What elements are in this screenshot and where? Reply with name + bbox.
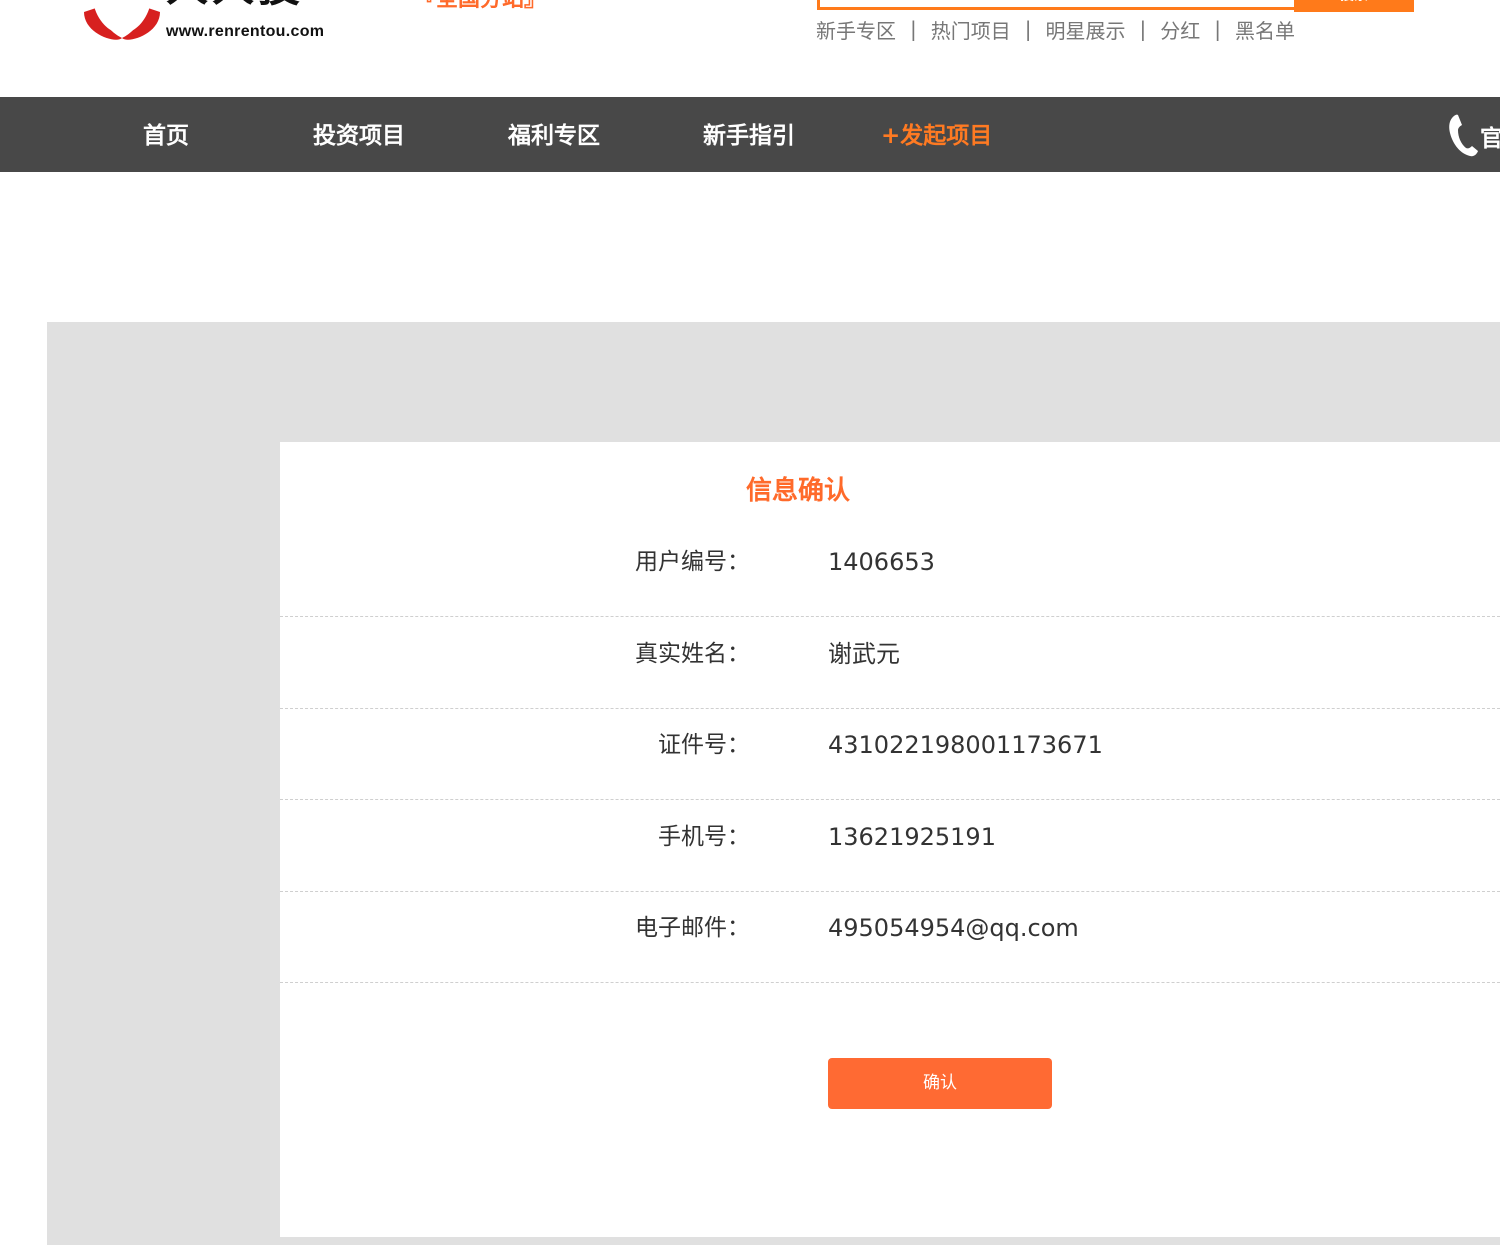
info-value: 431022198001173671 xyxy=(828,731,1103,759)
info-row-real-name: 真实姓名： 谢武元 xyxy=(280,617,1500,709)
quick-link-hot[interactable]: 热门项目 xyxy=(931,15,1011,44)
info-row-user-id: 用户编号： 1406653 xyxy=(280,525,1500,617)
main-nav: 首页 投资项目 福利专区 新手指引 +发起项目 官 xyxy=(0,97,1500,172)
separator: | xyxy=(1139,17,1147,41)
nav-item-projects[interactable]: 投资项目 xyxy=(313,97,405,172)
search-button[interactable]: 搜索 xyxy=(1294,0,1414,12)
info-label: 用户编号： xyxy=(635,549,750,575)
nav-item-home[interactable]: 首页 xyxy=(143,97,189,172)
quick-link-blacklist[interactable]: 黑名单 xyxy=(1235,15,1295,44)
phone-icon xyxy=(1449,114,1478,157)
info-label: 真实姓名： xyxy=(635,641,750,667)
info-row-email: 电子邮件： 495054954@qq.com xyxy=(280,891,1500,983)
info-label: 证件号： xyxy=(658,732,750,758)
hotline-label: 官 xyxy=(1480,126,1500,152)
logo-leaf-icon xyxy=(84,0,160,40)
separator: | xyxy=(1024,17,1032,41)
nav-item-launch-project[interactable]: +发起项目 xyxy=(881,97,992,172)
nav-item-welfare[interactable]: 福利专区 xyxy=(508,97,600,172)
confirm-button[interactable]: 确认 xyxy=(828,1058,1052,1109)
quick-link-newbie[interactable]: 新手专区 xyxy=(816,15,896,44)
logo-text: 人人投 xyxy=(166,0,304,8)
quick-links: 新手专区 | 热门项目 | 明星展示 | 分红 | 黑名单 xyxy=(816,15,1295,43)
subsite-link[interactable]: 『全国分站』 xyxy=(414,0,546,14)
info-label: 手机号： xyxy=(658,824,750,850)
info-value: 谢武元 xyxy=(828,640,900,668)
info-value: 1406653 xyxy=(828,548,935,576)
separator: | xyxy=(910,17,917,41)
info-row-phone: 手机号： 13621925191 xyxy=(280,800,1500,892)
search-input[interactable] xyxy=(817,0,1297,10)
quick-link-stars[interactable]: 明星展示 xyxy=(1046,15,1126,44)
info-label: 电子邮件： xyxy=(635,915,750,941)
info-value: 495054954@qq.com xyxy=(828,914,1079,942)
separator: | xyxy=(1214,17,1221,41)
quick-link-dividend[interactable]: 分红 xyxy=(1160,15,1200,44)
info-value: 13621925191 xyxy=(828,823,996,851)
info-confirm-card: 信息确认 用户编号： 1406653 真实姓名： 谢武元 证件号： 431022… xyxy=(280,442,1500,1237)
site-header: 人人投 www.renrentou.com 『全国分站』 搜索 新手专区 | 热… xyxy=(0,0,1500,97)
hotline: 官 xyxy=(1448,113,1500,157)
nav-item-guide[interactable]: 新手指引 xyxy=(703,97,795,172)
card-title: 信息确认 xyxy=(745,476,850,506)
info-row-id-number: 证件号： 431022198001173671 xyxy=(280,708,1500,800)
logo-url: www.renrentou.com xyxy=(166,23,325,40)
site-logo[interactable]: 人人投 www.renrentou.com xyxy=(80,0,370,44)
